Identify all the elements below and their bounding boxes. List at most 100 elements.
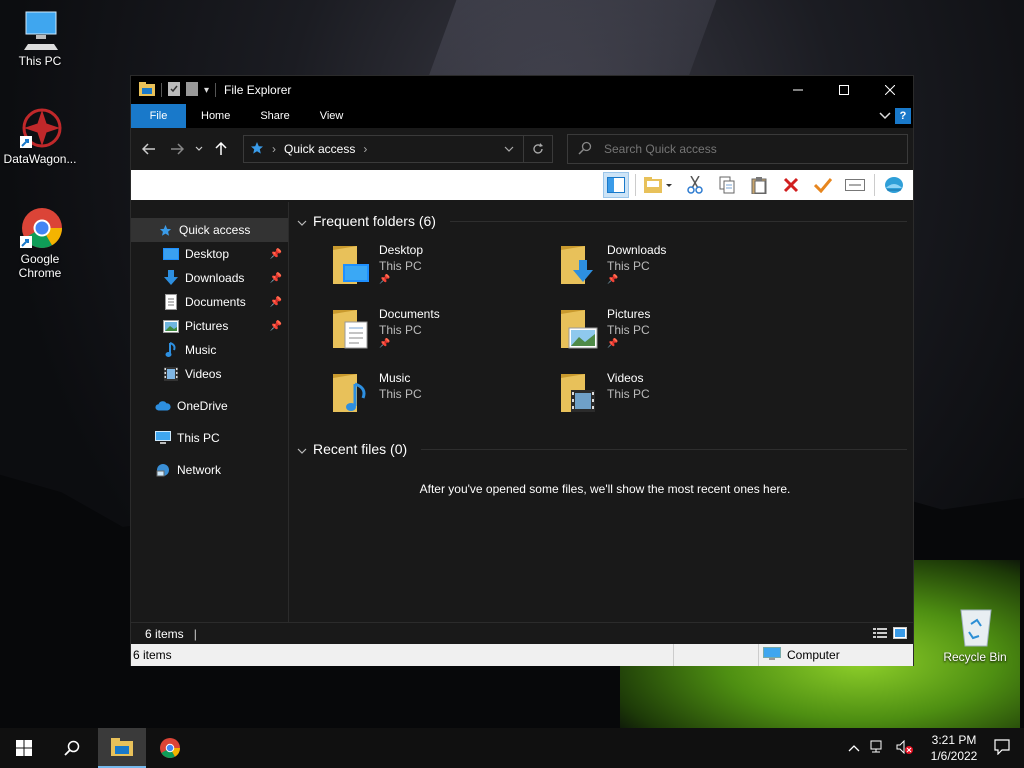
folder-documents[interactable]: Documents This PC 📌 [331, 306, 559, 358]
ribbon-tabs: File Home Share View ? [131, 104, 913, 128]
title-bar[interactable]: ▾ File Explorer [131, 76, 913, 104]
folder-music[interactable]: Music This PC [331, 370, 559, 422]
recent-files-empty-message: After you've opened some files, we'll sh… [419, 482, 791, 496]
group-divider [421, 448, 907, 450]
copy-icon[interactable] [714, 172, 740, 198]
taskbar-file-explorer[interactable] [98, 728, 146, 768]
search-button[interactable] [48, 728, 96, 768]
expand-ribbon-icon[interactable] [879, 109, 891, 123]
check-icon[interactable] [810, 172, 836, 198]
details-view-icon[interactable] [873, 627, 887, 642]
back-button[interactable] [135, 135, 163, 163]
frequent-folders-grid: Desktop This PC 📌 Downloads This PC 📌 Do… [331, 242, 913, 422]
up-button[interactable] [207, 135, 235, 163]
classic-status-bar: 6 items Computer [131, 644, 913, 666]
folder-pictures[interactable]: Pictures This PC 📌 [559, 306, 787, 358]
explorer-folder-icon [139, 81, 155, 99]
new-folder-icon[interactable] [186, 81, 198, 99]
navigation-pane: Quick access Desktop 📌 Downloads 📌 Docum… [131, 202, 289, 622]
content-pane: Frequent folders (6) Desktop This PC 📌 D… [289, 202, 913, 622]
close-button[interactable] [867, 76, 913, 104]
tab-home[interactable]: Home [186, 104, 245, 128]
tab-file[interactable]: File [131, 104, 186, 128]
customize-qat-icon[interactable]: ▾ [204, 85, 209, 96]
breadcrumb-chevron-icon[interactable]: › [363, 142, 367, 156]
search-input[interactable] [602, 141, 886, 157]
show-hidden-icons-chevron-icon[interactable] [848, 741, 860, 755]
forward-button[interactable] [163, 135, 191, 163]
minimize-button[interactable] [775, 76, 821, 104]
address-row: › Quick access › [131, 128, 913, 170]
chrome-icon [18, 206, 62, 250]
nav-downloads[interactable]: Downloads 📌 [131, 266, 288, 290]
pin-icon: 📌 [607, 274, 619, 284]
help-button[interactable]: ? [895, 108, 911, 124]
properties-icon[interactable] [168, 81, 180, 99]
computer-icon [18, 8, 62, 52]
desktop-folder-icon [163, 246, 179, 262]
recent-files-header[interactable]: Recent files (0) [297, 438, 913, 460]
clock-time: 3:21 PM [931, 733, 977, 747]
large-icons-view-icon[interactable] [893, 626, 907, 642]
tab-share[interactable]: Share [245, 104, 304, 128]
cut-icon[interactable] [682, 172, 708, 198]
nav-quick-access[interactable]: Quick access [131, 218, 288, 242]
nav-pictures[interactable]: Pictures 📌 [131, 314, 288, 338]
breadcrumb-quick-access[interactable]: Quick access [284, 142, 355, 156]
clock[interactable]: 3:21 PM 1/6/2022 [924, 732, 984, 764]
status-size-cell [674, 644, 759, 666]
pin-icon: 📌 [269, 296, 282, 308]
computer-icon [155, 430, 171, 446]
datawagon-logo-icon [18, 106, 62, 150]
folder-downloads[interactable]: Downloads This PC 📌 [559, 242, 787, 294]
network-status-icon[interactable] [870, 740, 886, 757]
network-icon [155, 462, 171, 478]
nav-music[interactable]: Music [131, 338, 288, 362]
nav-this-pc[interactable]: This PC [131, 426, 288, 450]
tab-view[interactable]: View [305, 104, 359, 128]
address-bar[interactable]: › Quick access › [243, 135, 553, 163]
qat-separator [215, 83, 217, 97]
shell-globe-icon[interactable] [881, 172, 907, 198]
clock-date: 1/6/2022 [930, 749, 978, 763]
group-divider [449, 220, 907, 222]
desktop-icon-recycle-bin[interactable]: Recycle Bin [935, 604, 1015, 664]
status-bar: 6 items | [131, 622, 913, 645]
maximize-button[interactable] [821, 76, 867, 104]
nav-desktop[interactable]: Desktop 📌 [131, 242, 288, 266]
desktop-folder-icon [331, 242, 371, 288]
taskbar-google-chrome[interactable] [146, 728, 194, 768]
folder-desktop[interactable]: Desktop This PC 📌 [331, 242, 559, 294]
search-box[interactable] [567, 134, 908, 164]
classic-toolbar [131, 170, 913, 200]
rename-icon[interactable] [842, 172, 868, 198]
volume-muted-icon[interactable] [896, 739, 914, 757]
desktop-icon-datawagon[interactable]: DataWagon... [0, 106, 80, 166]
pin-icon: 📌 [269, 320, 282, 332]
nav-videos[interactable]: Videos [131, 362, 288, 386]
start-button[interactable] [0, 728, 48, 768]
folder-videos[interactable]: Videos This PC [559, 370, 787, 422]
refresh-button[interactable] [523, 136, 552, 162]
new-folder-dropdown-button[interactable] [642, 172, 676, 198]
recent-locations-button[interactable] [191, 135, 207, 163]
window-title: File Explorer [224, 83, 292, 97]
nav-onedrive[interactable]: OneDrive [131, 394, 288, 418]
nav-documents[interactable]: Documents 📌 [131, 290, 288, 314]
paste-icon[interactable] [746, 172, 772, 198]
quick-access-star-icon [250, 141, 264, 158]
quick-access-star-icon [157, 222, 173, 238]
frequent-folders-header[interactable]: Frequent folders (6) [297, 210, 913, 232]
downloads-arrow-icon [163, 270, 179, 286]
delete-icon[interactable] [778, 172, 804, 198]
nav-network[interactable]: Network [131, 458, 288, 482]
address-dropdown-button[interactable] [495, 136, 523, 162]
navigation-pane-toggle-button[interactable] [603, 172, 629, 198]
notifications-icon[interactable] [994, 738, 1010, 758]
onedrive-cloud-icon [155, 398, 171, 414]
desktop-icon-this-pc[interactable]: This PC [0, 8, 80, 68]
desktop-icon-google-chrome[interactable]: Google Chrome [0, 206, 80, 280]
file-explorer-window[interactable]: ▾ File Explorer File Home Share View ? ›… [130, 75, 914, 666]
search-icon [64, 740, 80, 756]
qat-separator [161, 83, 162, 97]
